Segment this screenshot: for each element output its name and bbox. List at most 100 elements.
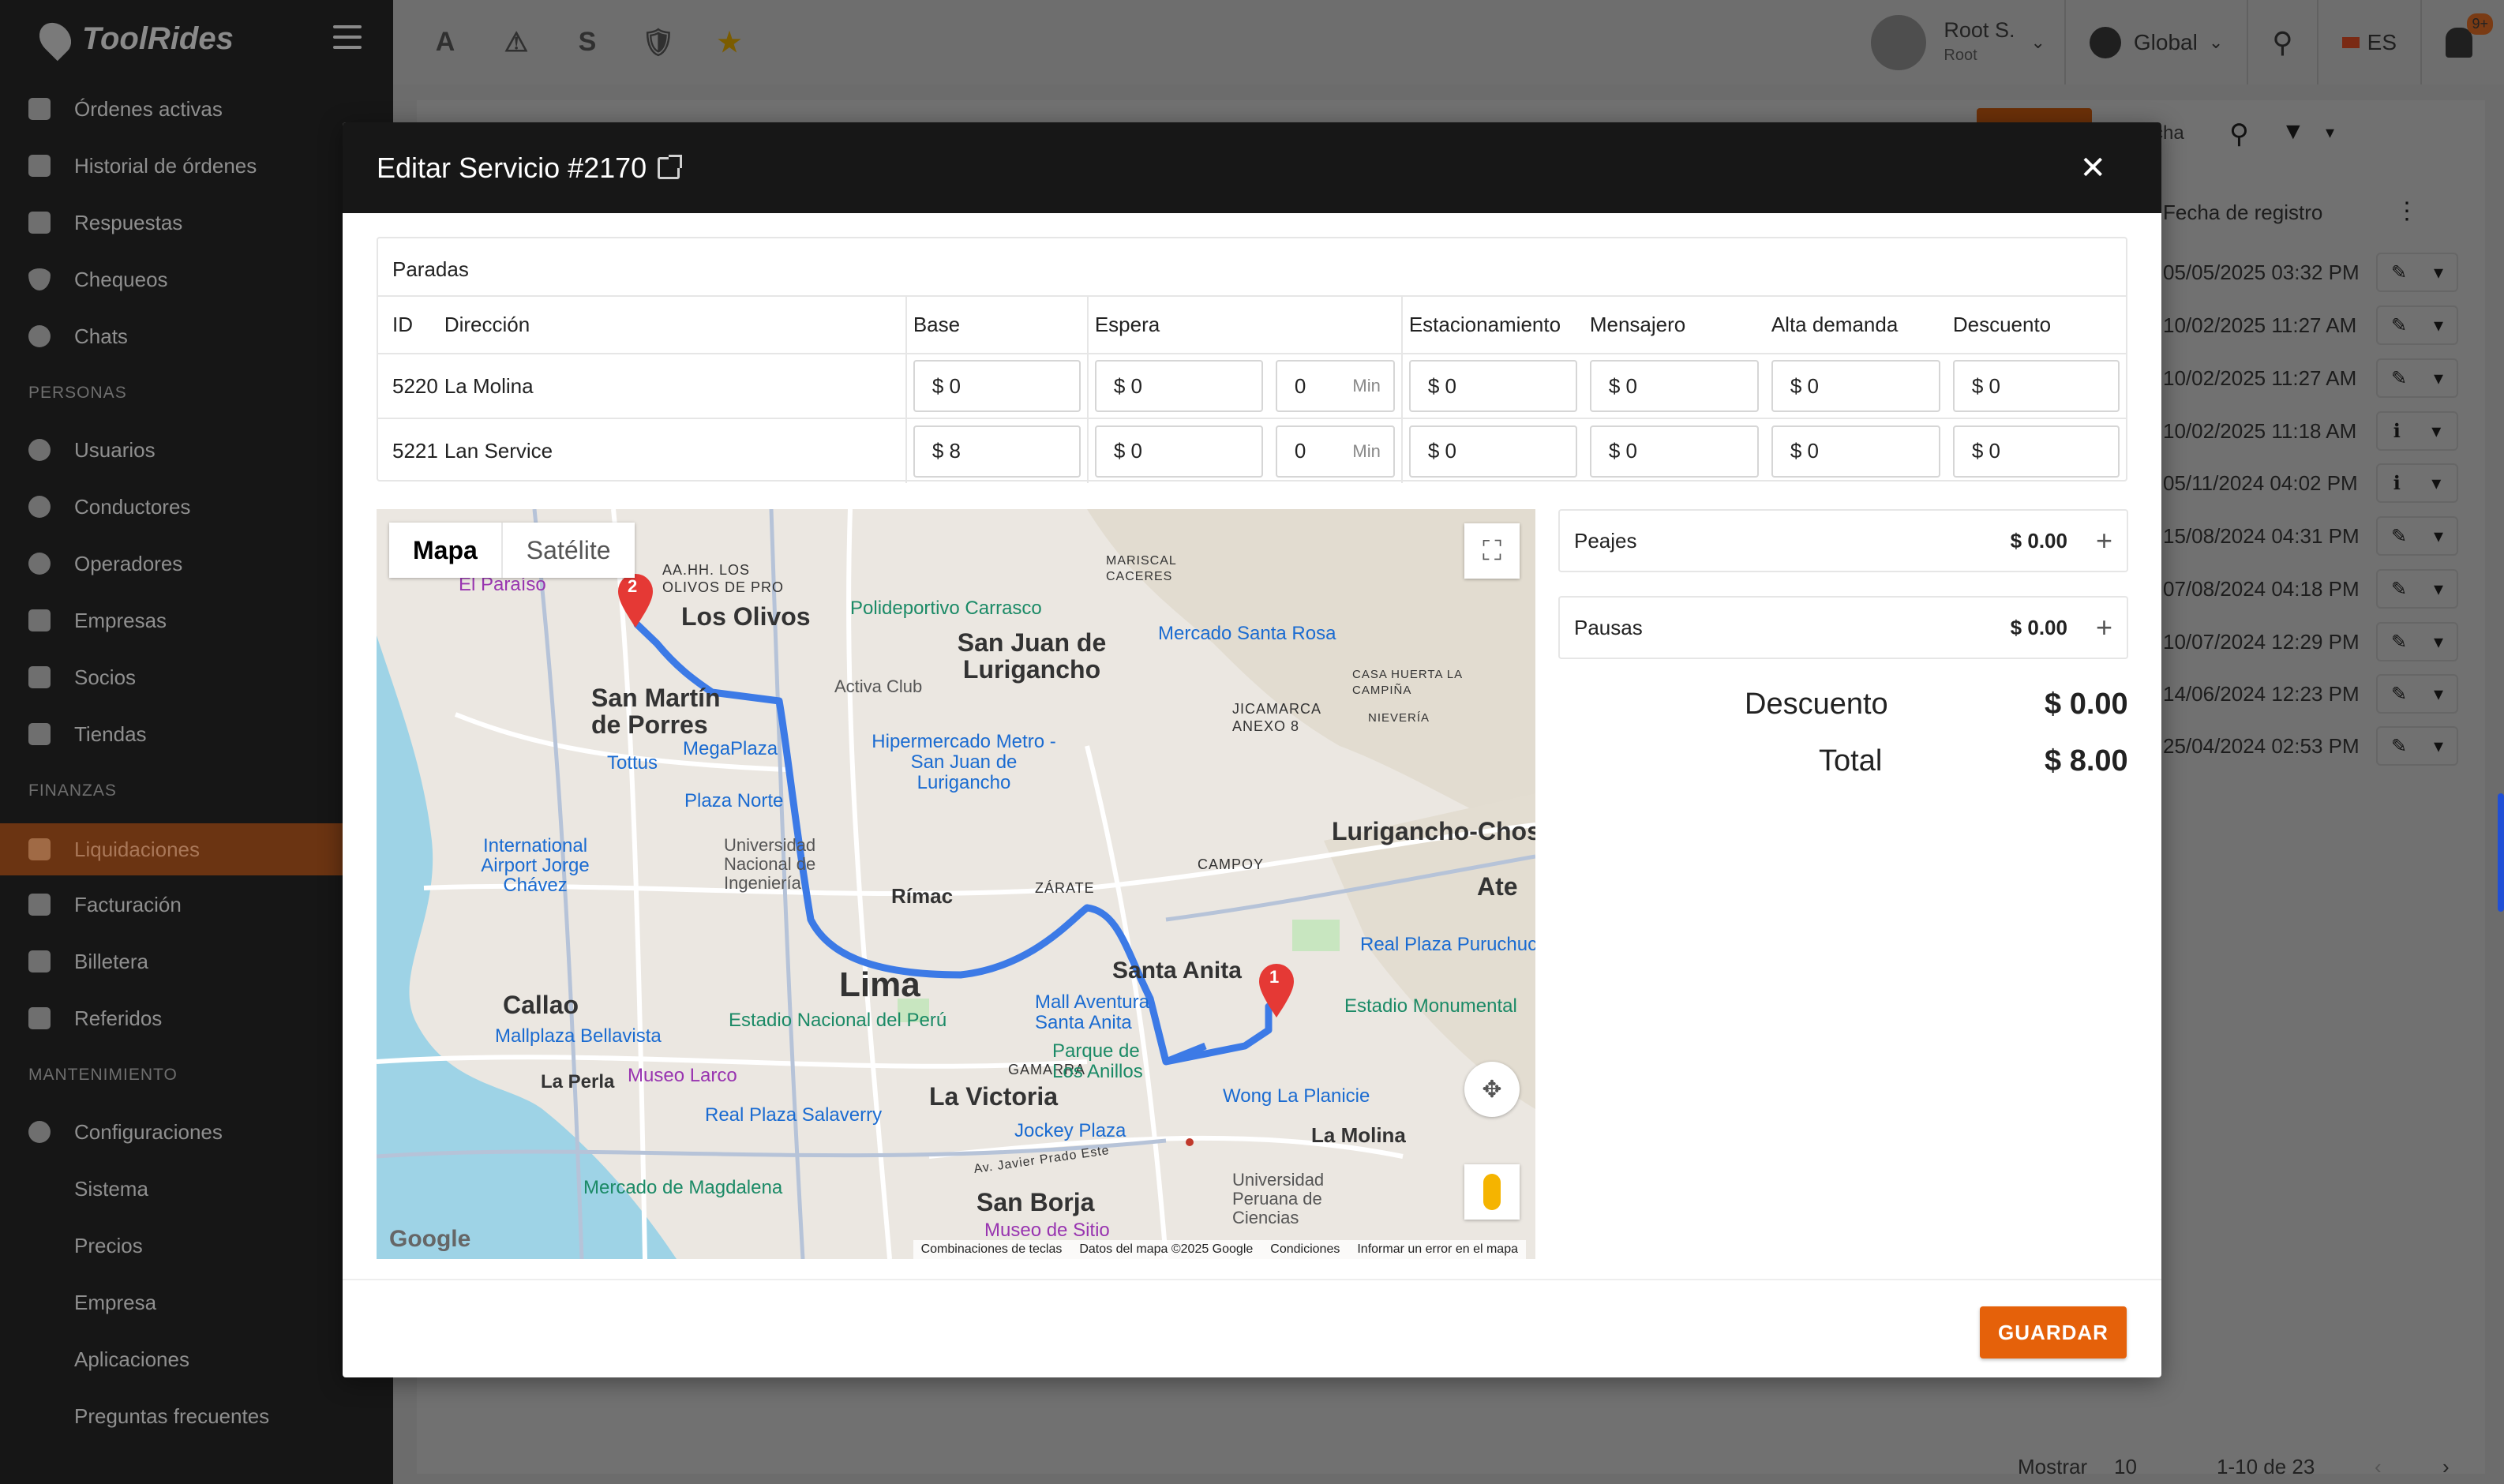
base-input[interactable]: $ 8 (913, 425, 1081, 478)
sidebar-item-operadores[interactable]: Operadores (0, 539, 393, 588)
avatar[interactable] (1871, 14, 1927, 70)
sidebar-item-sistema[interactable]: Sistema⌄ (0, 1164, 393, 1213)
sidebar-item-chequeos[interactable]: Chequeos (0, 255, 393, 304)
pegman-icon[interactable] (1464, 1164, 1520, 1220)
chevron-down-icon[interactable]: ▾ (2434, 367, 2443, 390)
chevron-down-icon[interactable]: ▾ (2434, 735, 2443, 758)
sidebar-item-empresas[interactable]: Empresas (0, 596, 393, 645)
poi-label[interactable]: Real Plaza Salaverry (705, 1104, 882, 1126)
poi-label[interactable]: Mercado Santa Rosa (1158, 623, 1336, 645)
a-icon[interactable]: A (429, 27, 461, 58)
poi-label[interactable]: Parque de Los Anillos (1052, 1041, 1147, 1082)
sidebar-item-empresa[interactable]: Empresa⌄ (0, 1278, 393, 1327)
row-actions[interactable]: ✎ ▾ (2376, 726, 2458, 766)
map-type-satelite[interactable]: Satélite (503, 523, 635, 578)
sidebar-item-conductores[interactable]: Conductores (0, 482, 393, 531)
more-icon[interactable]: ⋮ (2395, 197, 2419, 225)
mensajero-input[interactable]: $ 0 (1589, 425, 1759, 478)
camera-control-icon[interactable]: ✥ (1464, 1062, 1520, 1117)
row-actions[interactable]: ✎ ▾ (2376, 305, 2458, 345)
row-actions[interactable]: ℹ ▾ (2376, 463, 2458, 503)
map-type-mapa[interactable]: Mapa (389, 523, 503, 578)
poi-label[interactable]: Polideportivo Carrasco (850, 598, 1042, 620)
sidebar-item-chats[interactable]: Chats (0, 312, 393, 361)
row-actions[interactable]: ℹ ▾ (2376, 411, 2458, 451)
per-page-select[interactable]: 10 (2114, 1455, 2137, 1479)
poi-label[interactable]: Tottus (607, 752, 658, 774)
poi-label[interactable]: Mallplaza Bellavista (495, 1025, 662, 1047)
report-error-link[interactable]: Informar un error en el mapa (1357, 1242, 1518, 1257)
sidebar-item-preguntas[interactable]: Preguntas frecuentes (0, 1392, 393, 1441)
descuento-input[interactable]: $ 0 (1952, 425, 2120, 478)
poi-label[interactable]: MegaPlaza (683, 738, 778, 760)
estacionamiento-input[interactable]: $ 0 (1408, 425, 1577, 478)
sidebar-item-tiendas[interactable]: Tiendas (0, 710, 393, 759)
poi-label[interactable]: International Airport Jorge Chávez (476, 836, 594, 895)
edit-icon[interactable]: ✎ (2391, 525, 2407, 548)
poi-label[interactable]: Museo Larco (628, 1065, 737, 1087)
chevron-down-icon[interactable]: ▾ (2431, 420, 2441, 443)
row-actions[interactable]: ✎ ▾ (2376, 516, 2458, 556)
language-selector[interactable]: ES (2318, 0, 2420, 84)
edit-icon[interactable]: ✎ (2391, 367, 2407, 390)
search-icon[interactable]: ⚲ (2229, 118, 2249, 150)
next-page-icon[interactable]: › (2442, 1455, 2450, 1479)
keyboard-shortcuts-link[interactable]: Combinaciones de teclas (921, 1242, 1063, 1257)
sidebar-item-facturacion[interactable]: Facturación (0, 880, 393, 929)
chevron-down-icon[interactable]: ▾ (2326, 122, 2334, 143)
add-pausa-icon[interactable]: + (2096, 613, 2112, 642)
fullscreen-icon[interactable]: ⛶ (1464, 523, 1520, 579)
poi-label[interactable]: Museo de Sitio (984, 1220, 1110, 1242)
edit-icon[interactable]: ✎ (2391, 683, 2407, 706)
sidebar-item-configuraciones[interactable]: Configuraciones⌃ (0, 1107, 393, 1156)
sidebar-item-ordenes-activas[interactable]: Órdenes activas (0, 84, 393, 133)
route-map[interactable]: 2 1 Los Olivos San Martín de Porres Lima… (377, 509, 1535, 1259)
poi-label[interactable]: Mall Aventura Santa Anita (1035, 992, 1169, 1033)
poi-label[interactable]: Activa Club (834, 676, 922, 697)
sidebar-item-respuestas[interactable]: Respuestas (0, 198, 393, 247)
terms-link[interactable]: Condiciones (1270, 1242, 1340, 1257)
scroll-indicator[interactable] (2498, 793, 2504, 912)
edit-icon[interactable]: ✎ (2391, 578, 2407, 601)
edit-icon[interactable]: ✎ (2391, 631, 2407, 654)
poi-label[interactable]: Hipermercado Metro - San Juan de Lurigan… (861, 732, 1066, 793)
external-link-icon[interactable] (658, 154, 683, 179)
espera-min-input[interactable]: 0 Min (1275, 360, 1395, 412)
notifications-button[interactable]: 9+ (2422, 0, 2504, 84)
region-selector[interactable]: Global ⌄ (2066, 0, 2247, 84)
espera-input[interactable]: $ 0 (1094, 425, 1263, 478)
chevron-down-icon[interactable]: ▾ (2434, 683, 2443, 706)
sidebar-item-usuarios[interactable]: Usuarios (0, 425, 393, 474)
save-button[interactable]: GUARDAR (1980, 1306, 2127, 1358)
poi-label[interactable]: Wong La Planicie (1223, 1085, 1370, 1107)
espera-min-input[interactable]: 0 Min (1275, 425, 1395, 478)
descuento-input[interactable]: $ 0 (1952, 360, 2120, 412)
prev-page-icon[interactable]: ‹ (2375, 1455, 2382, 1479)
warning-icon[interactable]: ⚠ (500, 27, 532, 58)
sidebar-item-liquidaciones[interactable]: Liquidaciones (0, 823, 393, 875)
user-menu[interactable]: Root S. Root (1944, 17, 2015, 68)
poi-label[interactable]: Estadio Nacional del Perú (729, 1010, 946, 1032)
poi-label[interactable]: Jockey Plaza (1014, 1120, 1126, 1142)
alta-demanda-input[interactable]: $ 0 (1771, 425, 1940, 478)
chevron-down-icon[interactable]: ▾ (2434, 314, 2443, 337)
row-actions[interactable]: ✎ ▾ (2376, 358, 2458, 398)
poi-label[interactable]: Mercado de Magdalena (583, 1177, 782, 1199)
base-input[interactable]: $ 0 (913, 360, 1081, 412)
edit-icon[interactable]: ✎ (2391, 261, 2407, 284)
info-icon[interactable]: ℹ (2393, 420, 2401, 443)
filter-icon[interactable]: ▼ (2281, 118, 2305, 145)
sidebar-item-historial[interactable]: Historial de órdenes (0, 141, 393, 190)
poi-label[interactable]: Estadio Monumental (1344, 995, 1517, 1017)
sidebar-item-billetera[interactable]: Billetera (0, 937, 393, 986)
chevron-down-icon[interactable]: ▾ (2434, 525, 2443, 548)
alta-demanda-input[interactable]: $ 0 (1771, 360, 1940, 412)
chevron-down-icon[interactable]: ⌄ (2030, 32, 2045, 53)
chevron-down-icon[interactable]: ▾ (2434, 578, 2443, 601)
poi-label[interactable]: Universidad Peruana de Ciencias (1232, 1171, 1351, 1227)
chevron-down-icon[interactable]: ▾ (2434, 631, 2443, 654)
row-actions[interactable]: ✎ ▾ (2376, 674, 2458, 714)
edit-icon[interactable]: ✎ (2391, 314, 2407, 337)
sidebar-item-socios[interactable]: Socios (0, 653, 393, 702)
menu-icon[interactable] (333, 25, 362, 49)
